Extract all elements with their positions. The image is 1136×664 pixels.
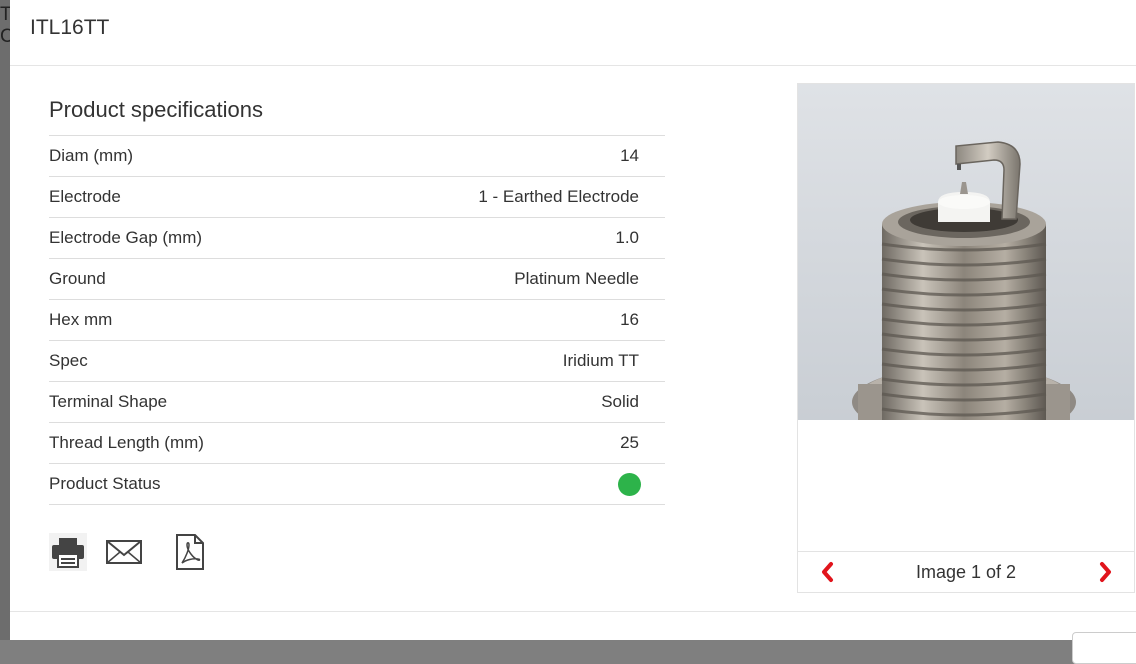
spec-row: Electrode 1 - Earthed Electrode (49, 176, 665, 218)
next-image-button[interactable] (1093, 560, 1117, 584)
spec-value (356, 463, 665, 505)
spec-value: 16 (356, 299, 665, 341)
spec-value: Iridium TT (356, 340, 665, 382)
status-indicator (618, 472, 641, 496)
spec-label: Electrode Gap (mm) (49, 217, 356, 259)
background-page (0, 0, 10, 640)
spec-table: Diam (mm) 14 Electrode 1 - Earthed Elect… (49, 135, 665, 505)
print-icon[interactable] (49, 533, 87, 571)
spec-value: 14 (356, 135, 665, 177)
spec-value: Platinum Needle (356, 258, 665, 300)
email-icon[interactable] (105, 533, 143, 571)
gallery-navigation: Image 1 of 2 (798, 551, 1134, 593)
product-modal: ITL16TT Product specifications Diam (mm)… (10, 0, 1136, 664)
spec-label: Hex mm (49, 299, 356, 341)
image-counter: Image 1 of 2 (915, 562, 1017, 582)
spec-value: 1.0 (356, 217, 665, 259)
spec-value: Solid (356, 381, 665, 423)
spec-row: Hex mm 16 (49, 299, 665, 341)
spec-value: 25 (356, 422, 665, 464)
modal-header: ITL16TT (10, 0, 1136, 66)
close-button[interactable] (1072, 632, 1136, 664)
image-gallery: Image 1 of 2 (797, 83, 1135, 593)
spec-label: Spec (49, 340, 356, 382)
spec-row: Ground Platinum Needle (49, 258, 665, 300)
spec-row: Diam (mm) 14 (49, 135, 665, 177)
background-text: T C (0, 4, 10, 47)
spec-row: Thread Length (mm) 25 (49, 422, 665, 464)
spec-row: Spec Iridium TT (49, 340, 665, 382)
spec-label: Terminal Shape (49, 381, 356, 423)
specs-heading: Product specifications (49, 97, 263, 122)
spec-row: Electrode Gap (mm) 1.0 (49, 217, 665, 259)
spec-label: Diam (mm) (49, 135, 356, 177)
spec-label: Electrode (49, 176, 356, 218)
product-image[interactable] (798, 84, 1134, 420)
spec-label: Thread Length (mm) (49, 422, 356, 464)
pdf-icon[interactable] (171, 533, 209, 571)
spec-row: Product Status (49, 463, 665, 505)
spec-label: Ground (49, 258, 356, 300)
spec-value: 1 - Earthed Electrode (356, 176, 665, 218)
spec-label: Product Status (49, 463, 356, 505)
spec-row: Terminal Shape Solid (49, 381, 665, 423)
modal-footer (10, 611, 1136, 664)
modal-title: ITL16TT (30, 16, 110, 39)
